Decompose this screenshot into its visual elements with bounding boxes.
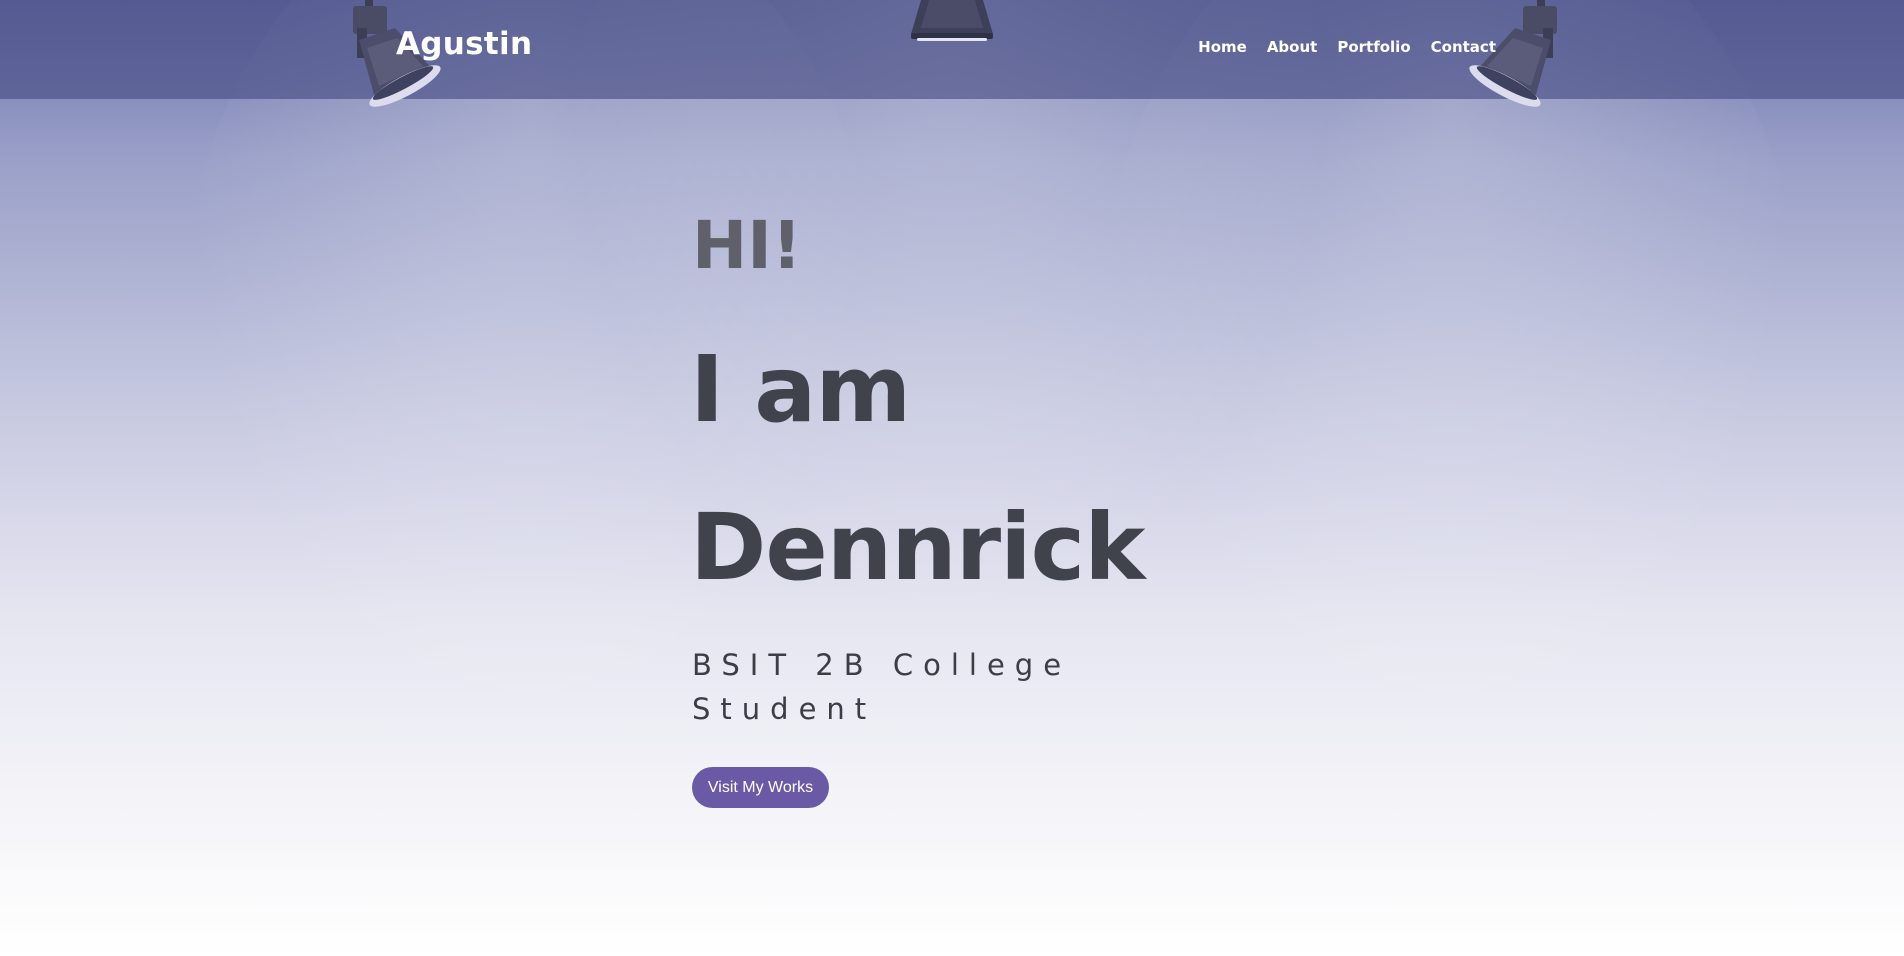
spotlight-glow-right bbox=[1100, 0, 1800, 780]
hero-name-line-1: I am bbox=[690, 336, 911, 443]
nav-link-contact[interactable]: Contact bbox=[1431, 38, 1496, 56]
spotlight-center-icon bbox=[911, 0, 993, 41]
nav-link-about[interactable]: About bbox=[1267, 38, 1318, 56]
nav-link-home[interactable]: Home bbox=[1198, 38, 1247, 56]
visit-my-works-button[interactable]: Visit My Works bbox=[692, 767, 829, 808]
hero-greeting: HI! bbox=[692, 207, 802, 284]
spotlight-right-icon bbox=[1469, 0, 1557, 107]
hero-name-line-2: Dennrick bbox=[690, 494, 1145, 601]
nav-link-portfolio[interactable]: Portfolio bbox=[1337, 38, 1410, 56]
nav-links: Home About Portfolio Contact bbox=[1198, 38, 1496, 56]
brand-logo[interactable]: Agustin bbox=[396, 26, 532, 62]
hero-subtitle: BSIT 2B College Student bbox=[692, 648, 1072, 726]
